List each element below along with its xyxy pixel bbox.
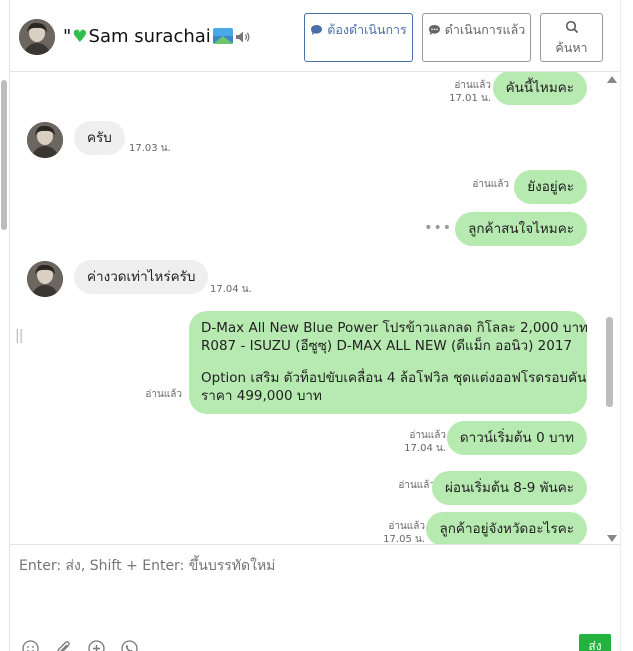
- chat-bubble-icon: [310, 22, 323, 42]
- outgoing-message[interactable]: ลูกค้าอยู่จังหวัดอะไรคะ: [426, 512, 587, 544]
- left-scroll-rail[interactable]: [0, 0, 10, 651]
- message-meta: อ่านแล้ว 17.04 น.: [404, 429, 446, 455]
- outgoing-message[interactable]: ดาวน์เริ่มต้น 0 บาท: [446, 421, 587, 455]
- message-line: D-Max All New Blue Power โปรข้าวแลกลด กิ…: [201, 320, 588, 336]
- search-label: ค้นหา: [555, 40, 588, 55]
- to-do-label: ต้องดำเนินการ: [327, 22, 407, 37]
- search-icon: [541, 20, 602, 38]
- message-time: 17.03 น.: [129, 143, 171, 154]
- chat-header: "♥Sam surachai ต้องดำเนินการ ดำเนินการแล…: [10, 0, 620, 72]
- message-time: 17.04 น.: [210, 284, 252, 295]
- outgoing-message[interactable]: D-Max All New Blue Power โปรข้าวแลกลด กิ…: [189, 311, 588, 414]
- sender-avatar[interactable]: [27, 122, 63, 158]
- emoji-icon[interactable]: [22, 640, 39, 651]
- outgoing-message[interactable]: คันนี้ไหมคะ: [492, 72, 587, 105]
- send-button[interactable]: ส่ง: [579, 634, 611, 651]
- chat-scroll-thumb[interactable]: [606, 317, 613, 407]
- to-do-button[interactable]: ต้องดำเนินการ: [304, 13, 413, 62]
- message-line: R087 - ISUZU (อีซูซุ) D-MAX ALL NEW (ดีแ…: [201, 338, 573, 354]
- typing-dots-icon: •••: [424, 220, 452, 236]
- message-line: Option เสริม ตัวท็อปขับเคลื่อน 4 ล้อโฟวิ…: [201, 370, 587, 386]
- outgoing-message[interactable]: ลูกค้าสนใจไหมคะ: [455, 212, 587, 246]
- contact-name: "♥Sam surachai: [63, 26, 233, 47]
- outgoing-message[interactable]: ยังอยู่คะ: [514, 170, 587, 204]
- resize-grip-icon[interactable]: ||: [15, 328, 24, 344]
- sender-avatar[interactable]: [27, 261, 63, 297]
- speaker-icon[interactable]: [235, 29, 251, 43]
- done-button[interactable]: ดำเนินการแล้ว: [422, 13, 531, 62]
- message-composer: ส่ง: [10, 544, 620, 651]
- attachment-icon[interactable]: [55, 640, 72, 651]
- read-status: อ่านแล้ว: [388, 521, 425, 532]
- contact-name-text: Sam surachai: [88, 26, 211, 47]
- message-meta: อ่านแล้ว 17.05 น.: [383, 520, 425, 544]
- incoming-message[interactable]: ครับ: [74, 121, 125, 155]
- left-scroll-thumb[interactable]: [1, 80, 7, 230]
- message-time: 17.01 น.: [449, 93, 491, 104]
- scroll-up-arrow-icon[interactable]: [607, 76, 617, 83]
- message-input[interactable]: [19, 555, 599, 577]
- search-button[interactable]: ค้นหา: [540, 13, 603, 62]
- landscape-emoji-icon: [212, 28, 233, 44]
- read-status: อ่านแล้ว: [472, 179, 509, 190]
- contact-name-prefix: ": [63, 26, 72, 47]
- phone-icon[interactable]: [121, 640, 138, 651]
- message-time: 17.05 น.: [383, 534, 425, 544]
- incoming-message[interactable]: ค่างวดเท่าไหร่ครับ: [74, 260, 209, 294]
- read-status: อ่านแล้ว: [409, 430, 446, 441]
- read-status: อ่านแล้ว: [454, 80, 491, 91]
- green-heart-icon: ♥: [72, 27, 88, 47]
- message-time: 17.04 น.: [404, 443, 446, 454]
- done-label: ดำเนินการแล้ว: [444, 22, 526, 37]
- outgoing-message[interactable]: ผ่อนเริ่มต้น 8-9 พันคะ: [431, 471, 587, 505]
- chat-bubble-icon: [428, 22, 441, 42]
- read-status: อ่านแล้ว: [145, 389, 182, 400]
- scroll-down-arrow-icon[interactable]: [607, 535, 617, 542]
- add-icon[interactable]: [88, 640, 105, 651]
- contact-avatar[interactable]: [19, 19, 55, 55]
- right-panel-edge: [620, 0, 633, 651]
- message-line: ราคา 499,000 บาท: [201, 388, 322, 404]
- message-meta: อ่านแล้ว 17.01 น.: [449, 79, 491, 105]
- message-list[interactable]: || อ่านแล้ว 17.01 น. คันนี้ไหมคะ ครับ 17…: [10, 72, 620, 544]
- read-status: อ่านแล้ว: [398, 480, 435, 491]
